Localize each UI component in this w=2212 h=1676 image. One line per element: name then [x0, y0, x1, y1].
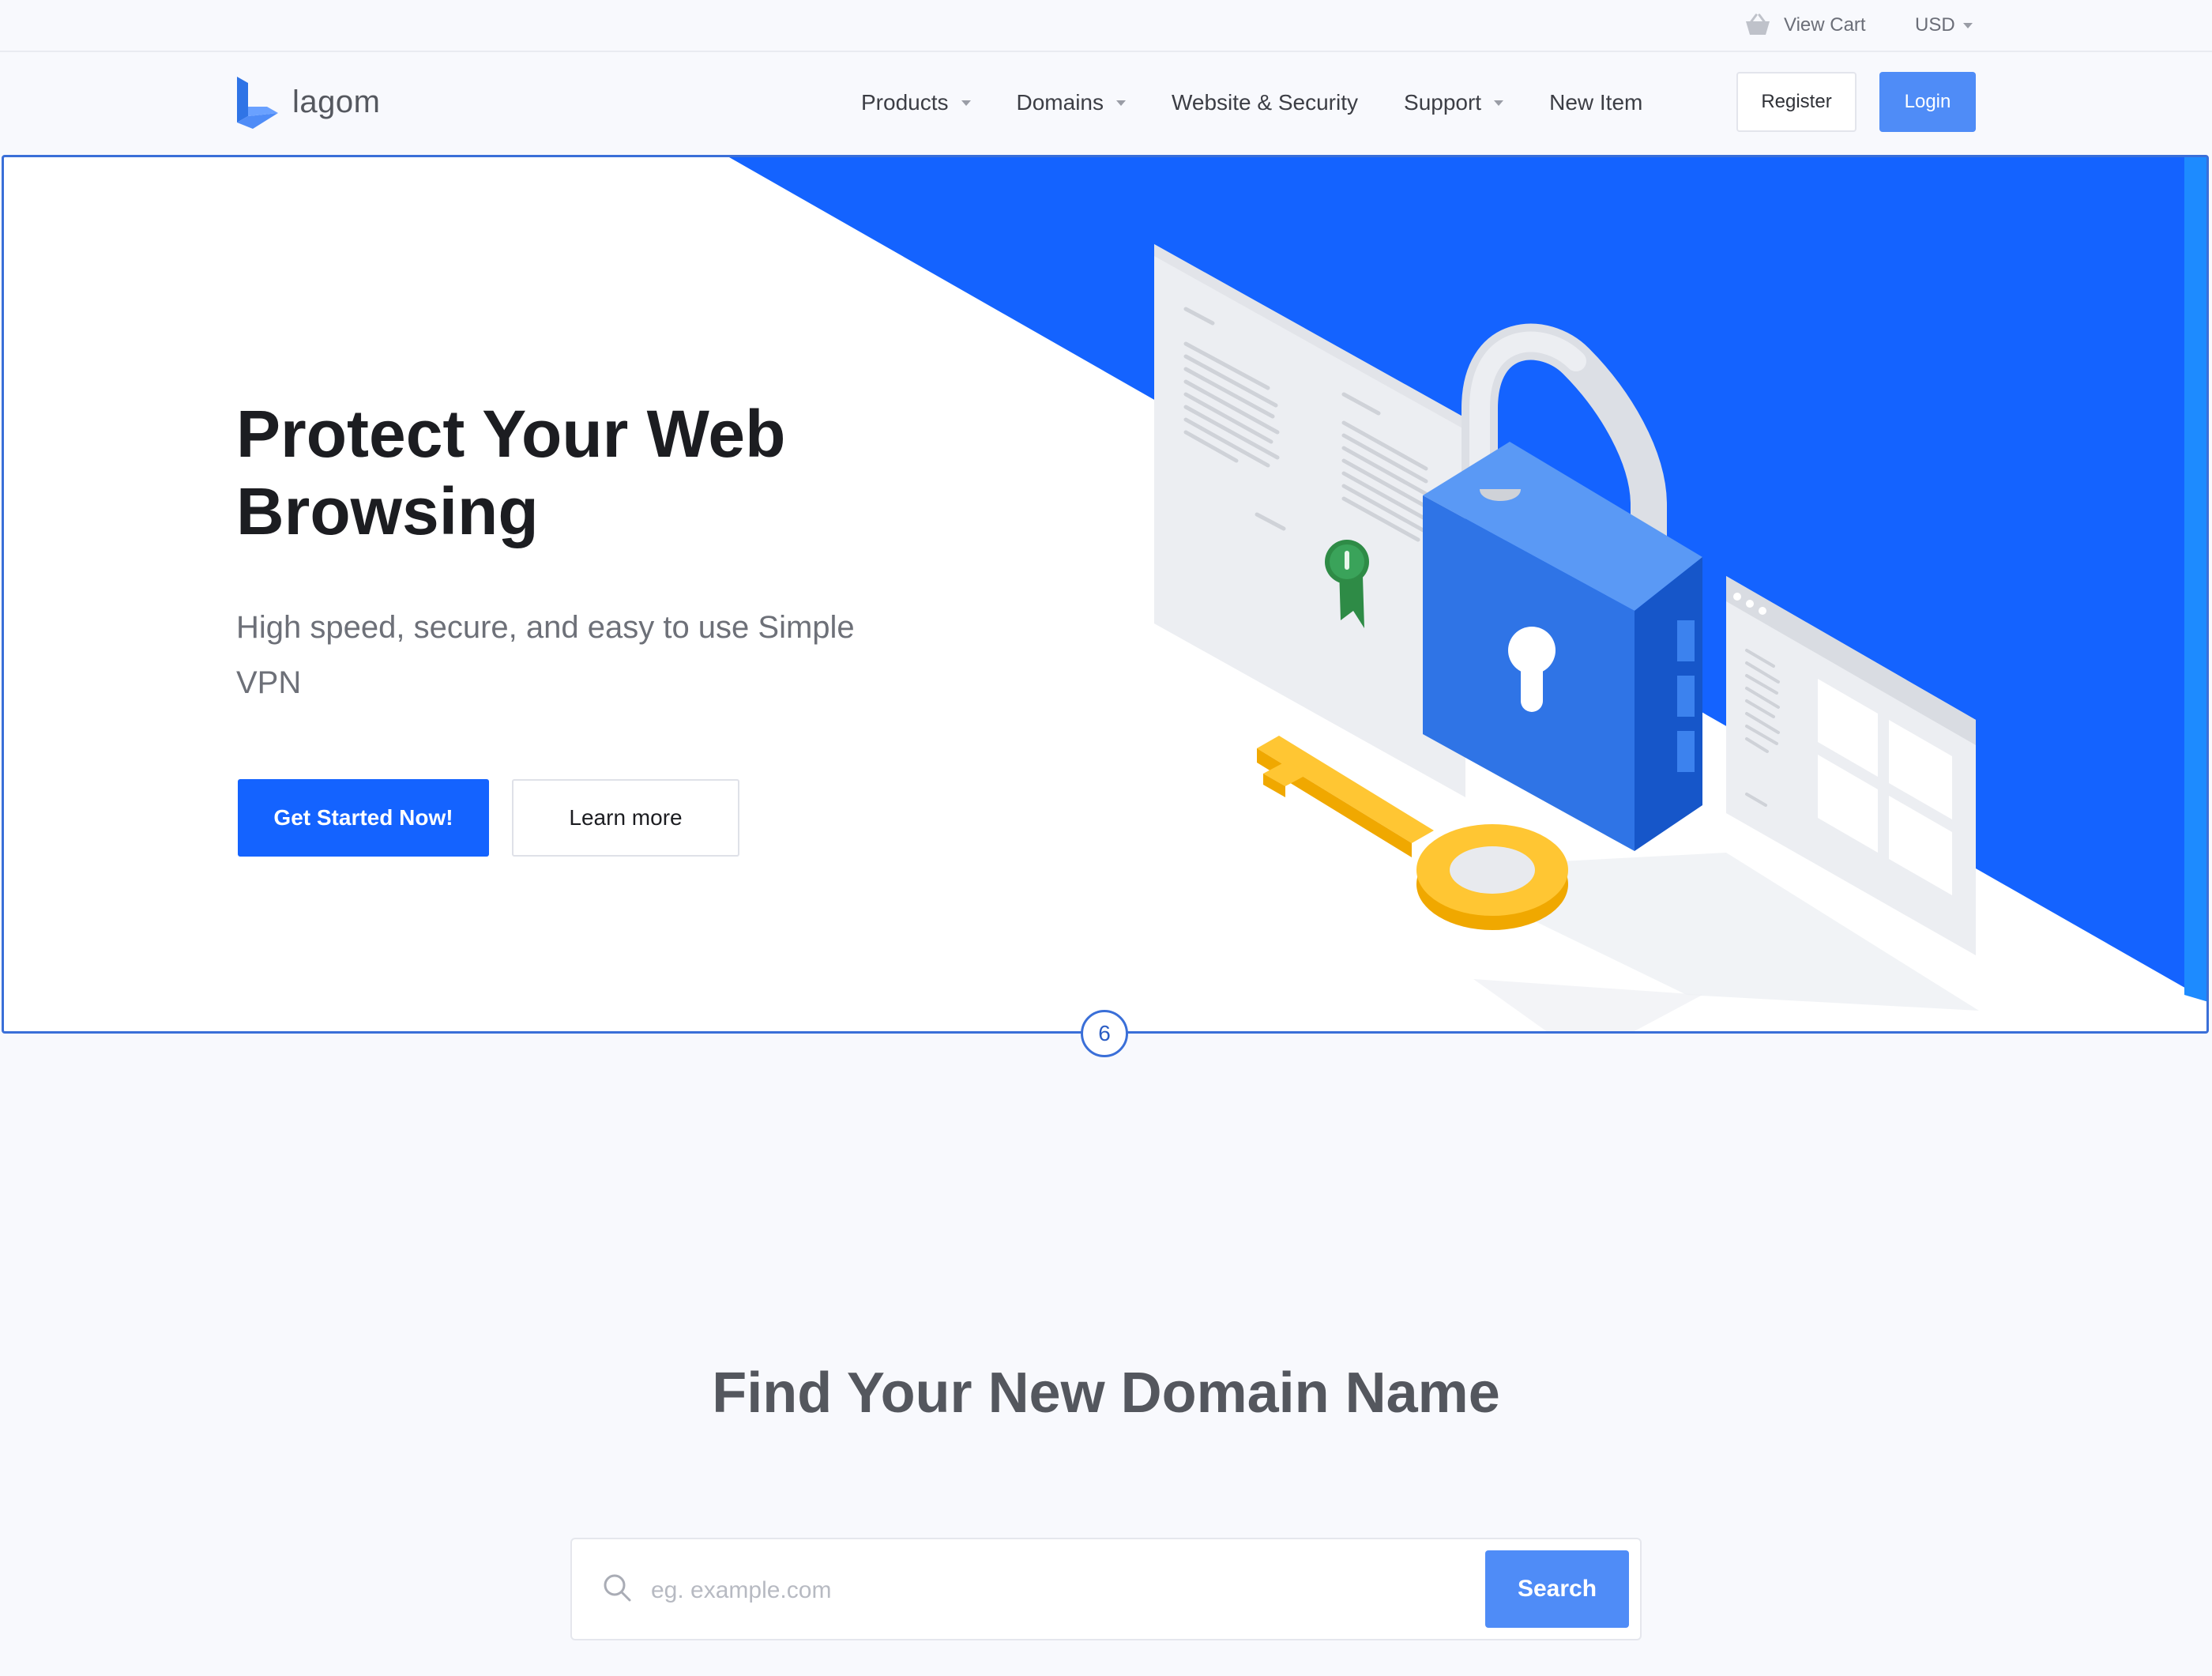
hero-subtitle-line: VPN	[236, 665, 302, 700]
nav-item-website-security[interactable]: Website & Security	[1172, 90, 1358, 115]
register-button[interactable]: Register	[1736, 72, 1856, 132]
hero-title: Protect Your Web Browsing	[236, 395, 947, 550]
login-button[interactable]: Login	[1879, 72, 1976, 132]
nav-label: Website & Security	[1171, 90, 1359, 115]
hero-subtitle-line: High speed, secure, and easy to use Simp…	[236, 610, 855, 645]
brand-name: lagom	[292, 84, 381, 119]
hero-illustration	[729, 157, 2206, 1031]
domain-section-title: Find Your New Domain Name	[712, 1362, 1500, 1425]
view-cart-label: View Cart	[1784, 14, 1866, 36]
nav-item-support[interactable]: Support	[1404, 90, 1504, 115]
chevron-down-icon	[961, 100, 971, 106]
nav-item-new-item[interactable]: New Item	[1549, 90, 1642, 115]
basket-icon	[1746, 13, 1770, 35]
domain-search-input[interactable]	[649, 1566, 1474, 1615]
chevron-down-icon	[1115, 100, 1126, 106]
hero-blue-edge	[2184, 157, 2206, 1002]
hero-title-line: Protect Your Web	[236, 397, 786, 471]
hero-title-line: Browsing	[236, 474, 539, 548]
key-shadow	[1473, 979, 1702, 1031]
chevron-down-icon	[1962, 22, 1973, 28]
hero-banner: Protect Your Web Browsing High speed, se…	[2, 155, 2209, 1034]
nav-label: New Item	[1549, 90, 1643, 115]
nav-label: Domains	[1016, 90, 1104, 115]
learn-more-button[interactable]: Learn more	[512, 779, 739, 857]
top-bar	[0, 0, 2212, 52]
search-button[interactable]: Search	[1485, 1550, 1629, 1628]
main-nav: Products Domains Website & Security Supp…	[861, 71, 1688, 134]
currency-selector[interactable]: USD	[1915, 9, 1973, 41]
chevron-down-icon	[1494, 100, 1504, 106]
brand-logo[interactable]: lagom	[235, 74, 380, 130]
view-cart-link[interactable]: View Cart	[1744, 9, 1866, 41]
nav-item-products[interactable]: Products	[861, 90, 971, 115]
search-icon	[604, 1574, 631, 1602]
get-started-button[interactable]: Get Started Now!	[238, 779, 489, 857]
lagom-logo-icon	[237, 77, 278, 129]
hero-subtitle: High speed, secure, and easy to use Simp…	[236, 600, 947, 710]
slide-number-badge[interactable]: 6	[1081, 1010, 1128, 1057]
nav-label: Products	[861, 90, 949, 115]
nav-label: Support	[1404, 90, 1482, 115]
currency-label: USD	[1915, 14, 1955, 36]
nav-item-domains[interactable]: Domains	[1017, 90, 1126, 115]
